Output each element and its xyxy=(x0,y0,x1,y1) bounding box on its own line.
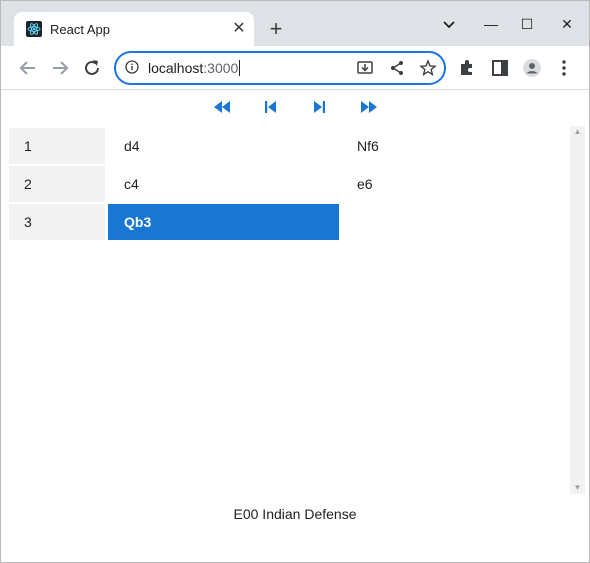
menu-icon[interactable] xyxy=(554,58,574,78)
tab-search-icon[interactable] xyxy=(437,13,461,35)
forward-icon[interactable] xyxy=(49,57,71,79)
next-move-icon[interactable] xyxy=(308,98,330,116)
browser-window: React App ✕ + — ☐ ✕ localhost:3000 1 d4 … xyxy=(0,0,590,563)
move-row: 3 Qb3 xyxy=(9,204,569,240)
maximize-button[interactable]: ☐ xyxy=(515,13,539,35)
previous-move-icon[interactable] xyxy=(260,98,282,116)
url-host: localhost xyxy=(148,60,204,76)
url-port: :3000 xyxy=(203,60,239,76)
scroll-up-arrow-icon[interactable]: ▲ xyxy=(570,126,585,138)
tab-close-button[interactable]: ✕ xyxy=(230,20,248,38)
url-text[interactable]: localhost:3000 xyxy=(148,60,241,76)
new-tab-button[interactable]: + xyxy=(265,18,287,40)
tab-title: React App xyxy=(50,22,110,37)
move-number: 3 xyxy=(9,204,105,240)
title-bar: React App ✕ + — ☐ ✕ xyxy=(1,1,589,46)
move-number: 2 xyxy=(9,166,105,202)
move-list-scrollbar[interactable]: ▲ ▼ xyxy=(570,126,585,494)
opening-name: E00 Indian Defense xyxy=(233,506,357,522)
black-move[interactable]: e6 xyxy=(341,166,569,202)
react-icon xyxy=(26,21,42,37)
move-navigation xyxy=(1,90,589,124)
white-move[interactable]: c4 xyxy=(108,166,339,202)
extensions-icon[interactable] xyxy=(457,58,477,78)
back-icon[interactable] xyxy=(17,57,39,79)
profile-icon[interactable] xyxy=(522,58,542,78)
move-row: 2 c4 e6 xyxy=(9,166,569,202)
move-row: 1 d4 Nf6 xyxy=(9,128,569,164)
text-caret xyxy=(239,60,241,76)
white-move[interactable]: d4 xyxy=(108,128,339,164)
browser-tab[interactable]: React App ✕ xyxy=(14,12,254,46)
black-move[interactable] xyxy=(341,204,569,240)
bookmark-star-icon[interactable] xyxy=(419,59,437,77)
white-move-selected[interactable]: Qb3 xyxy=(108,204,339,240)
first-move-icon[interactable] xyxy=(211,98,233,116)
page-content: 1 d4 Nf6 2 c4 e6 3 Qb3 ▲ ▼ E00 Indian De… xyxy=(1,90,589,562)
minimize-button[interactable]: — xyxy=(479,13,503,35)
share-icon[interactable] xyxy=(388,59,406,77)
close-window-button[interactable]: ✕ xyxy=(555,13,579,35)
address-bar[interactable]: localhost:3000 xyxy=(114,51,446,85)
browser-toolbar: localhost:3000 xyxy=(1,46,589,90)
info-icon[interactable] xyxy=(125,60,139,74)
last-move-icon[interactable] xyxy=(358,98,380,116)
scroll-down-arrow-icon[interactable]: ▼ xyxy=(570,482,585,494)
side-panel-icon[interactable] xyxy=(490,58,510,78)
move-number: 1 xyxy=(9,128,105,164)
black-move[interactable]: Nf6 xyxy=(341,128,569,164)
install-icon[interactable] xyxy=(356,59,374,77)
reload-icon[interactable] xyxy=(81,57,103,79)
